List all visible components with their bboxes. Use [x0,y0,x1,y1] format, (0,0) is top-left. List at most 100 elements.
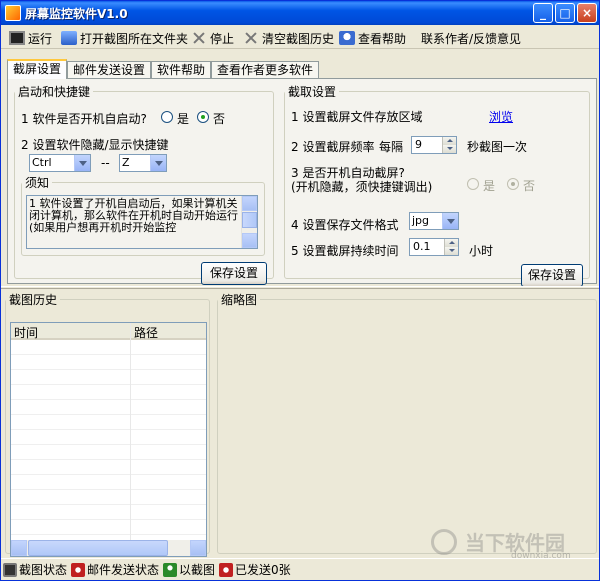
window-title: 屏幕监控软件V1.0 [25,7,128,21]
stop-button[interactable]: 停止 [191,29,234,47]
hotkey-separator: -- [101,156,110,170]
download-logo-icon [431,529,457,555]
close-button[interactable]: × [577,3,597,23]
history-group: 截图历史 时间 路径 [5,291,210,557]
format-value: jpg [412,214,430,227]
captured-status-text: 以截图 [179,563,216,577]
duration-stepper[interactable]: 0.1 [409,238,459,256]
thumbnail-legend: 缩略图 [221,293,258,307]
minimize-button[interactable]: _ [533,3,553,23]
interval-value: 9 [415,138,422,151]
auto-capture-yes-radio[interactable] [467,178,479,190]
tab-mail-settings[interactable]: 邮件发送设置 [67,61,152,79]
stepper-down-icon[interactable] [442,145,456,153]
tab-software-help[interactable]: 软件帮助 [151,61,212,79]
capture-status-text: 截图状态 [19,563,68,577]
history-hscrollbar[interactable] [11,540,206,556]
scroll-down-icon[interactable] [242,233,257,248]
splitter[interactable] [1,286,599,289]
stepper-down-icon[interactable] [444,247,458,255]
run-button[interactable]: 运行 [9,29,52,47]
toolbar: 运行 打开截图所在文件夹 停止 清空截图历史 查看帮助 联系作者/反馈意见 [1,25,599,49]
capture-group: 截取设置 1 设置截屏文件存放区域 浏览 2 设置截屏频率 每隔 9 秒截图一次… [284,83,590,287]
notice-textarea[interactable]: 1 软件设置了开机自启动后，如果计算机关闭计算机，那么软件在开机时自动开始运行(… [26,195,258,249]
capture-settings-panel: 启动和快捷键 1 软件是否开机自启动? 是 否 2 设置软件隐藏/显示快捷键 C… [7,78,597,287]
title-bar[interactable]: 屏幕监控软件V1.0 _ □ × [1,1,599,25]
person-icon [163,562,178,577]
stop-sign-icon [219,562,234,577]
col-path-header[interactable]: 路径 [134,324,158,341]
capture-legend: 截取设置 [288,85,337,99]
capture-status: 截图状态 [3,561,67,578]
stop-label: 停止 [210,31,235,46]
hours-label: 小时 [469,244,494,258]
duration-value: 0.1 [413,240,431,253]
storage-label: 1 设置截屏文件存放区域 [291,110,423,124]
hotkey-modifier-value: Ctrl [32,156,52,169]
open-folder-button[interactable]: 打开截图所在文件夹 [61,29,188,47]
sent-status: 已发送0张 [219,561,291,578]
frequency-label: 2 设置截屏频率 [291,140,375,154]
folder-icon [61,31,77,45]
stop-sign-icon [71,562,86,577]
run-label: 运行 [28,31,53,46]
auto-capture-yes-label: 是 [483,179,496,193]
auto-capture-no-radio[interactable] [507,178,519,190]
chevron-down-icon [150,155,166,171]
scroll-left-icon[interactable] [11,540,27,556]
hotkey-modifier-select[interactable]: Ctrl [29,154,91,172]
thumbnail-group: 缩略图 [217,291,597,554]
settings-area: 截屏设置 邮件发送设置 软件帮助 查看作者更多软件 启动和快捷键 1 软件是否开… [5,53,597,287]
autostart-question: 1 软件是否开机自启动? [21,112,147,126]
watermark: 当下软件园 downxia.com [431,529,591,561]
maximize-button[interactable]: □ [555,3,575,23]
monitor-icon [9,31,25,45]
clear-icon [243,31,259,45]
help-label: 查看帮助 [358,31,407,46]
auto-capture-note: (开机隐藏，须快捷键调出) [291,180,433,194]
startup-save-button[interactable]: 保存设置 [201,262,267,285]
browse-link[interactable]: 浏览 [489,108,513,125]
history-table[interactable]: 时间 路径 [10,322,207,557]
hotkey-key-select[interactable]: Z [119,154,167,172]
contact-button[interactable]: 联系作者/反馈意见 [421,29,521,47]
status-bar: 截图状态 邮件发送状态 以截图 已发送0张 [1,558,599,580]
scroll-thumb[interactable] [28,540,168,556]
auto-capture-no-label: 否 [523,179,536,193]
duration-label: 5 设置截屏持续时间 [291,244,399,258]
history-rows [11,340,206,540]
app-icon [5,5,21,21]
format-select[interactable]: jpg [409,212,459,230]
startup-legend: 启动和快捷键 [18,85,91,99]
scroll-right-icon[interactable] [190,540,206,556]
chevron-down-icon [442,213,458,229]
help-button[interactable]: 查看帮助 [339,29,406,47]
mail-status-text: 邮件发送状态 [87,563,160,577]
history-legend: 截图历史 [9,293,58,307]
stepper-up-icon[interactable] [444,239,458,247]
scroll-up-icon[interactable] [242,196,257,211]
format-label: 4 设置保存文件格式 [291,218,399,232]
scroll-thumb[interactable] [242,212,257,228]
interval-stepper[interactable]: 9 [411,136,457,154]
hotkey-label: 2 设置软件隐藏/显示快捷键 [21,138,169,152]
notice-legend: 须知 [25,176,50,190]
clear-history-button[interactable]: 清空截图历史 [243,29,334,47]
col-time-header[interactable]: 时间 [14,324,38,341]
notice-text: 1 软件设置了开机自启动后，如果计算机关闭计算机，那么软件在开机时自动开始运行(… [29,197,238,234]
sent-status-text: 已发送0张 [235,563,291,577]
notice-scrollbar[interactable] [241,196,257,248]
hotkey-key-value: Z [122,156,130,169]
stepper-up-icon[interactable] [442,137,456,145]
app-window: 屏幕监控软件V1.0 _ □ × 运行 打开截图所在文件夹 停止 清空截图历史 … [0,0,600,581]
monitor-icon [3,562,17,577]
autostart-no-radio[interactable] [197,111,209,123]
open-folder-label: 打开截图所在文件夹 [80,31,189,46]
tab-more-software[interactable]: 查看作者更多软件 [211,61,320,79]
history-table-header: 时间 路径 [11,323,206,340]
capture-save-button[interactable]: 保存设置 [521,264,583,287]
tab-capture-settings[interactable]: 截屏设置 [7,59,68,79]
per-seconds-label: 秒截图一次 [467,140,528,154]
clear-history-label: 清空截图历史 [262,31,335,46]
autostart-yes-radio[interactable] [161,111,173,123]
